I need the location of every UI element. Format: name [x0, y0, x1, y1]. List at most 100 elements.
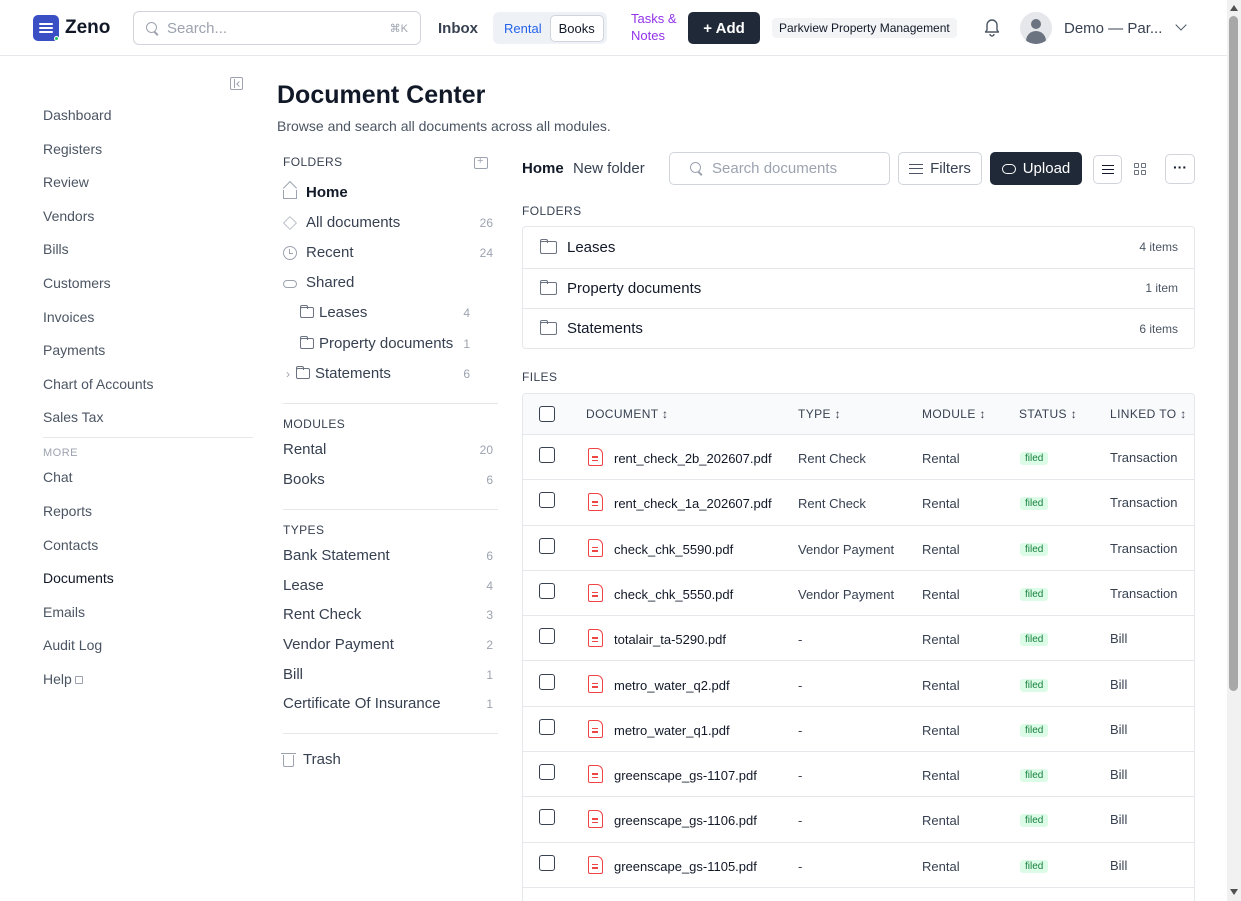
row-checkbox[interactable] — [539, 628, 555, 645]
global-search-input[interactable]: Search... ⌘K — [133, 11, 421, 45]
user-avatar[interactable] — [1020, 12, 1052, 44]
folder-nav-home[interactable]: Home — [283, 184, 493, 201]
table-row[interactable]: metro_water_q2.pdf - Rental filed Bill — [523, 662, 1194, 707]
table-row[interactable]: metro_water_q1.pdf - Rental filed Bill — [523, 707, 1194, 753]
app-logo[interactable]: Zeno — [33, 15, 110, 41]
table-row[interactable]: check_chk_5590.pdf Vendor Payment Rental fi… — [523, 526, 1194, 571]
sidebar-item-dashboard[interactable]: Dashboard — [43, 107, 253, 141]
document-name[interactable]: check_chk_5550.pdf — [614, 587, 733, 602]
list-view-toggle-icon[interactable] — [1093, 155, 1122, 184]
scroll-down-arrow-icon[interactable] — [1230, 889, 1238, 895]
folder-row-statements[interactable]: Statements 6 items — [523, 308, 1194, 349]
table-row[interactable]: greenscape_gs-1106.pdf - Rental filed Bill — [523, 797, 1194, 843]
document-name[interactable]: greenscape_gs-1107.pdf — [614, 768, 757, 783]
document-name[interactable]: greenscape_gs-1105.pdf — [614, 859, 757, 874]
table-row[interactable]: check_chk_5550.pdf Vendor Payment Rental fi… — [523, 571, 1194, 617]
module-filter-books[interactable]: Books 6 — [283, 471, 493, 488]
new-folder-button[interactable]: New folder — [573, 160, 645, 177]
tasks-notes-link[interactable]: Tasks & Notes — [631, 10, 677, 44]
new-folder-icon[interactable] — [474, 155, 488, 169]
type-filter-bill[interactable]: Bill 1 — [283, 666, 493, 683]
select-all-checkbox[interactable] — [539, 406, 555, 422]
row-checkbox[interactable] — [539, 854, 555, 871]
row-checkbox[interactable] — [539, 764, 555, 781]
sidebar-item-review[interactable]: Review — [43, 174, 253, 208]
sidebar-item-chart-of-accounts[interactable]: Chart of Accounts — [43, 376, 253, 410]
linked-to-link[interactable]: Bill — [1110, 677, 1127, 692]
upload-button[interactable]: Upload — [990, 152, 1082, 185]
document-name[interactable]: totalair_ta-5290.pdf — [614, 632, 726, 647]
document-name[interactable]: rent_check_2b_202607.pdf — [614, 451, 772, 466]
folder-row-property-documents[interactable]: Property documents 1 item — [523, 267, 1194, 309]
sidebar-item-emails[interactable]: Emails — [43, 604, 253, 638]
sidebar-item-chat[interactable]: Chat — [43, 469, 253, 503]
page-scrollbar[interactable] — [1227, 0, 1241, 901]
sidebar-item-reports[interactable]: Reports — [43, 503, 253, 537]
document-name[interactable]: rent_check_1a_202607.pdf — [614, 496, 772, 511]
type-filter-vendor-payment[interactable]: Vendor Payment 2 — [283, 636, 493, 653]
folder-nav-statements[interactable]: › Statements 6 — [286, 365, 470, 382]
document-name[interactable]: greenscape_gs-1106.pdf — [614, 813, 757, 828]
type-filter-rent-check[interactable]: Rent Check 3 — [283, 606, 493, 623]
column-header-module[interactable]: MODULE ↕ — [922, 407, 986, 421]
module-tab-books[interactable]: Books — [549, 14, 604, 42]
scrollbar-thumb[interactable] — [1229, 16, 1238, 691]
column-header-linked-to[interactable]: LINKED TO ↕ — [1110, 407, 1187, 421]
type-filter-lease[interactable]: Lease 4 — [283, 577, 493, 594]
sidebar-item-sales-tax[interactable]: Sales Tax — [43, 409, 253, 437]
table-row[interactable]: rent_check_2b_202607.pdf Rent Check Rental… — [523, 435, 1194, 481]
row-checkbox[interactable] — [539, 492, 555, 509]
table-row[interactable]: totalair_ta-5290.pdf - Rental filed Bill — [523, 616, 1194, 662]
sidebar-item-payments[interactable]: Payments — [43, 342, 253, 376]
collapse-sidebar-icon[interactable] — [230, 77, 243, 90]
sidebar-item-invoices[interactable]: Invoices — [43, 309, 253, 343]
linked-to-link[interactable]: Bill — [1110, 631, 1127, 646]
module-filter-rental[interactable]: Rental 20 — [283, 441, 493, 458]
sidebar-item-customers[interactable]: Customers — [43, 275, 253, 309]
linked-to-link[interactable]: Bill — [1110, 812, 1127, 827]
linked-to-link[interactable]: Bill — [1110, 858, 1127, 873]
document-name[interactable]: check_chk_5590.pdf — [614, 542, 733, 557]
notifications-bell-icon[interactable] — [983, 17, 1001, 37]
row-checkbox[interactable] — [539, 718, 555, 735]
type-filter-certificate-of-insurance[interactable]: Certificate Of Insurance 1 — [283, 695, 493, 712]
type-filter-bank-statement[interactable]: Bank Statement 6 — [283, 547, 493, 564]
user-menu-label[interactable]: Demo — Par... — [1064, 20, 1162, 37]
scroll-up-arrow-icon[interactable] — [1230, 5, 1238, 11]
folder-nav-all-documents[interactable]: All documents 26 — [283, 214, 493, 231]
linked-to-link[interactable]: Transaction — [1110, 541, 1177, 556]
row-checkbox[interactable] — [539, 537, 555, 554]
module-tab-rental[interactable]: Rental — [496, 16, 550, 41]
folder-nav-trash[interactable]: Trash — [281, 751, 493, 768]
row-checkbox[interactable] — [539, 673, 555, 690]
sidebar-item-contacts[interactable]: Contacts — [43, 537, 253, 571]
table-row[interactable]: rent_check_1a_202607.pdf Rent Check Rental… — [523, 480, 1194, 526]
folder-nav-recent[interactable]: Recent 24 — [283, 244, 493, 261]
inbox-link[interactable]: Inbox — [438, 20, 478, 37]
sidebar-item-audit-log[interactable]: Audit Log — [43, 637, 253, 671]
sidebar-item-help[interactable]: Help — [43, 671, 253, 705]
linked-to-link[interactable]: Transaction — [1110, 495, 1177, 510]
document-name[interactable]: metro_water_q2.pdf — [614, 678, 730, 693]
folder-nav-leases[interactable]: Leases 4 — [300, 304, 470, 321]
folder-nav-property-documents[interactable]: Property documents 1 — [300, 335, 470, 352]
table-row[interactable]: greenscape_gs-1105.pdf - Rental filed Bill — [523, 843, 1194, 888]
linked-to-link[interactable]: Transaction — [1110, 450, 1177, 465]
chevron-down-icon[interactable] — [1175, 19, 1187, 31]
folder-row-leases[interactable]: Leases 4 items — [523, 227, 1194, 268]
document-search-input[interactable]: Search documents — [669, 152, 890, 185]
column-header-status[interactable]: STATUS ↕ — [1019, 407, 1077, 421]
sidebar-item-registers[interactable]: Registers — [43, 141, 253, 175]
breadcrumb-home[interactable]: Home — [522, 160, 564, 177]
table-row[interactable]: greenscape_gs-1107.pdf - Rental filed Bill — [523, 752, 1194, 798]
grid-view-toggle-icon[interactable] — [1127, 155, 1156, 184]
filters-button[interactable]: Filters — [898, 152, 982, 185]
linked-to-link[interactable]: Bill — [1110, 722, 1127, 737]
more-options-button[interactable]: ··· — [1165, 154, 1195, 184]
folder-nav-shared[interactable]: Shared — [283, 274, 493, 291]
document-name[interactable]: metro_water_q1.pdf — [614, 723, 730, 738]
sidebar-item-bills[interactable]: Bills — [43, 241, 253, 275]
row-checkbox[interactable] — [539, 809, 555, 826]
linked-to-link[interactable]: Bill — [1110, 767, 1127, 782]
sidebar-item-documents[interactable]: Documents — [43, 570, 253, 604]
